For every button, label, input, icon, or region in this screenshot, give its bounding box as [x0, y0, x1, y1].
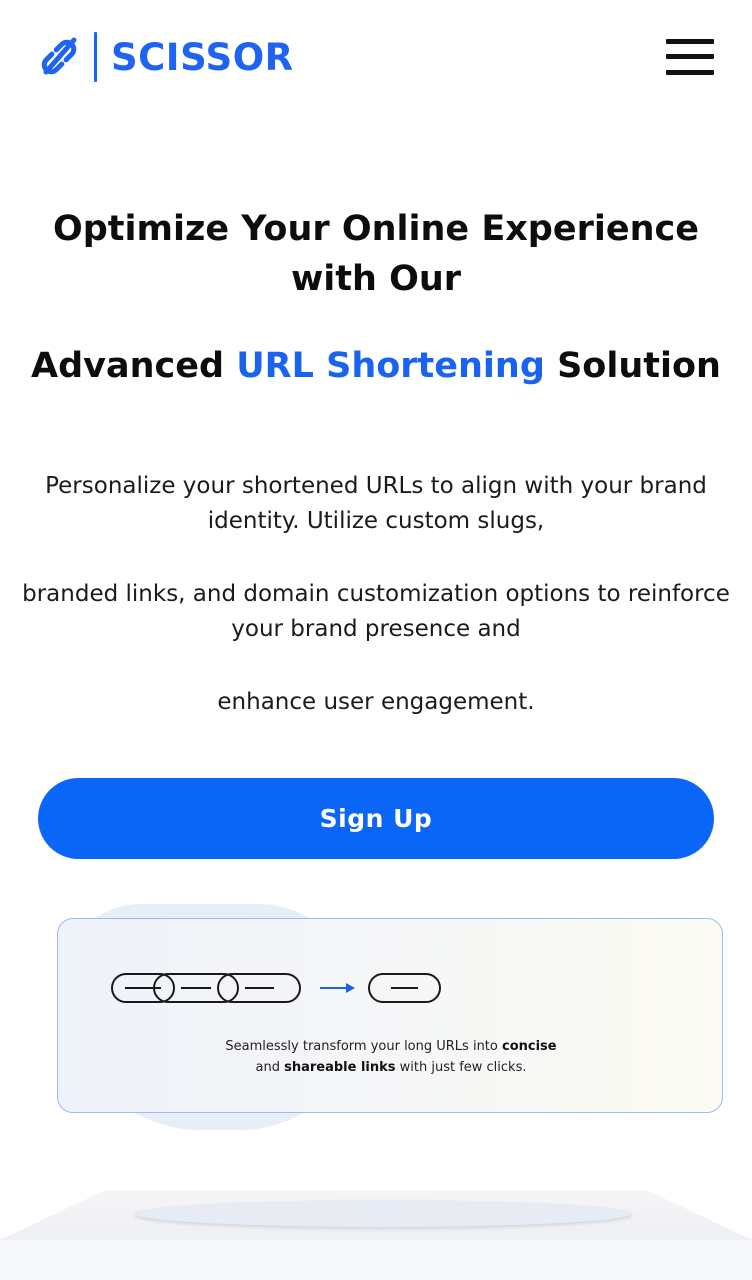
caption-bold-2: shareable links	[284, 1060, 396, 1075]
bottom-section-background	[0, 1238, 752, 1280]
hero-description-1: Personalize your shortened URLs to align…	[45, 473, 707, 534]
link-slash-icon	[41, 37, 77, 75]
caption-text-1: Seamlessly transform your long URLs into	[225, 1039, 502, 1054]
hero-subtitle: Advanced URL Shortening Solution	[0, 341, 752, 391]
hero-subtitle-accent: URL Shortening	[236, 346, 545, 386]
hero-description-3: enhance user engagement.	[217, 689, 535, 715]
page: SCISSOR Optimize Your Online Experience …	[0, 0, 752, 1280]
hero-description-2: branded links, and domain customization …	[22, 581, 730, 642]
sign-up-button[interactable]: Sign Up	[38, 778, 714, 859]
caption-bold-1: concise	[502, 1039, 557, 1054]
illustration-caption: Seamlessly transform your long URLs into…	[58, 1036, 724, 1078]
logo-divider	[94, 32, 97, 82]
bottom-ellipse-decoration	[134, 1200, 632, 1227]
hero-subtitle-after: Solution	[544, 346, 721, 386]
header: SCISSOR	[0, 0, 752, 116]
logo[interactable]: SCISSOR	[34, 30, 294, 84]
hero-title: Optimize Your Online Experience with Our	[52, 209, 699, 299]
hamburger-menu-icon[interactable]	[662, 36, 716, 78]
logo-text: SCISSOR	[111, 35, 294, 79]
illustration-card: Seamlessly transform your long URLs into…	[57, 918, 723, 1113]
hero-subtitle-before: Advanced	[31, 346, 237, 386]
caption-text-2: and	[255, 1060, 285, 1075]
link-shortening-icon	[111, 973, 441, 1003]
caption-text-3: with just few clicks.	[395, 1060, 527, 1075]
